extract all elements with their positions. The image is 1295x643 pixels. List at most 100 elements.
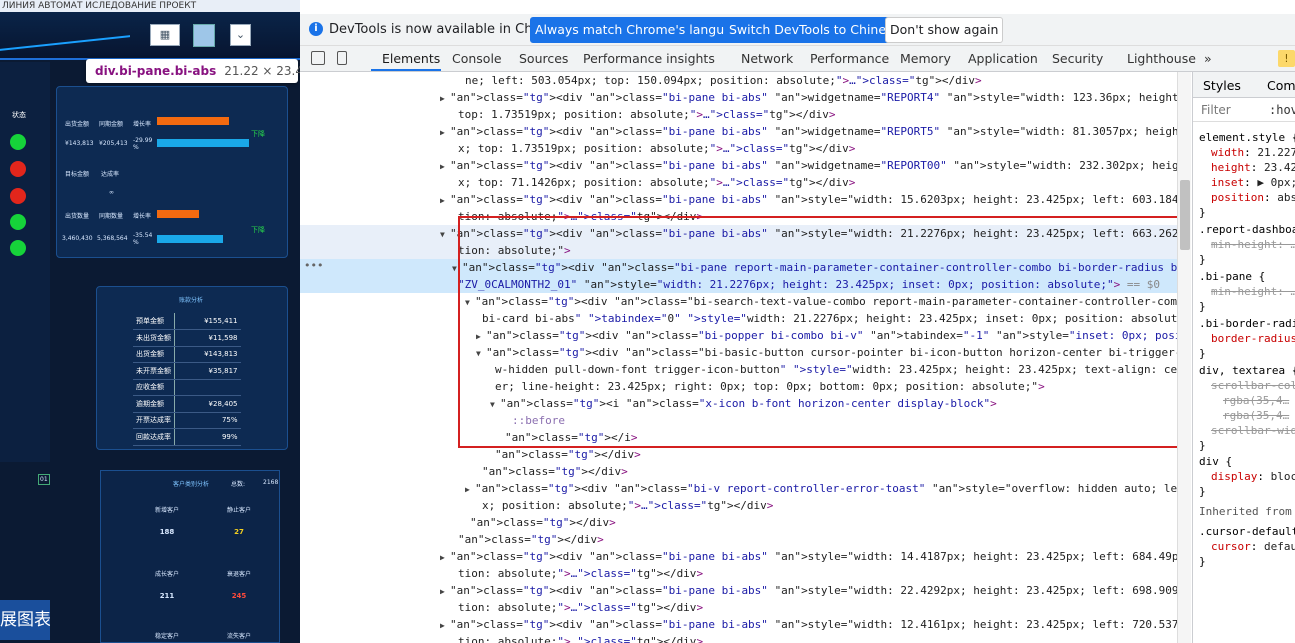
node-actions-icon[interactable]: ••• bbox=[304, 259, 323, 272]
style-rule-line: height: 23.425px; bbox=[1211, 161, 1295, 174]
cell-value: 211 bbox=[159, 592, 175, 600]
dom-node-text: "an">class="tg"><div "an">class="bi-pane… bbox=[450, 193, 1177, 206]
tab-application[interactable]: Application bbox=[968, 51, 1038, 66]
style-rule-line: rgba(35,4… bbox=[1223, 409, 1290, 422]
expand-arrow-icon[interactable]: ▶ bbox=[440, 124, 450, 140]
more-tabs-icon[interactable]: » bbox=[1204, 51, 1212, 66]
style-rule-line: min-height: … bbox=[1211, 238, 1295, 251]
tab-computed[interactable]: Computed bbox=[1267, 78, 1295, 93]
dom-node-line[interactable]: "an">class="tg"></div> bbox=[300, 463, 1177, 480]
tab-lighthouse[interactable]: Lighthouse bbox=[1127, 51, 1196, 66]
expand-arrow-icon[interactable]: ▶ bbox=[476, 328, 486, 344]
expand-arrow-icon[interactable]: ▼ bbox=[465, 294, 475, 310]
dom-node-line[interactable]: "an">class="tg"></i> bbox=[300, 429, 1177, 446]
status-dot bbox=[10, 240, 26, 256]
month-dropdown[interactable]: ⌄ bbox=[230, 24, 251, 46]
tab-network[interactable]: Network bbox=[741, 51, 793, 66]
cell-label: 稳定客户 bbox=[154, 633, 179, 640]
dom-node-line[interactable]: ▼ "an">class="tg"><i "an">class="x-icon b… bbox=[300, 395, 1177, 412]
device-toolbar-icon[interactable] bbox=[337, 51, 347, 65]
dom-node-line[interactable]: x; top: 71.1426px; position: absolute;">… bbox=[300, 174, 1177, 191]
expand-arrow-icon[interactable]: ▶ bbox=[440, 158, 450, 174]
expand-arrow-icon[interactable]: ▶ bbox=[440, 617, 450, 633]
dom-node-line[interactable]: ▼ "an">class="tg"><div "an">class="bi-pan… bbox=[300, 259, 1177, 276]
dom-node-line[interactable]: ▶ "an">class="tg"><div "an">class="bi-pan… bbox=[300, 123, 1177, 140]
dom-node-line[interactable]: ne; left: 503.054px; top: 150.094px; pos… bbox=[300, 72, 1177, 89]
dom-node-line[interactable]: x; top: 1.73519px; position: absolute;">… bbox=[300, 140, 1177, 157]
always-match-language-button[interactable]: Always match Chrome's language bbox=[530, 17, 753, 43]
dom-node-line[interactable]: "an">class="tg"></div> bbox=[300, 446, 1177, 463]
date-year-control[interactable]: ▦ bbox=[150, 24, 180, 46]
dom-node-line[interactable]: ▼ "an">class="tg"><div "an">class="bi-pan… bbox=[300, 225, 1177, 242]
tab-performance-insights[interactable]: Performance insights bbox=[583, 51, 715, 66]
dom-node-line[interactable]: er; line-height: 23.425px; right: 0px; t… bbox=[300, 378, 1177, 395]
expand-arrow-icon[interactable]: ▶ bbox=[440, 583, 450, 599]
kpi-label: 出货数量 bbox=[65, 213, 90, 220]
dom-node-line[interactable]: tion: absolute;"> bbox=[300, 242, 1177, 259]
dom-node-line[interactable]: w-hidden pull-down-font trigger-icon-but… bbox=[300, 361, 1177, 378]
dom-node-line[interactable]: tion: absolute;">…">class="tg"></div> bbox=[300, 633, 1177, 643]
tab-sources[interactable]: Sources bbox=[519, 51, 568, 66]
scrollbar-thumb[interactable] bbox=[1180, 180, 1190, 250]
dom-node-line[interactable]: x; position: absolute;">…">class="tg"></… bbox=[300, 497, 1177, 514]
status-column: 状态 bbox=[0, 62, 50, 462]
elements-tree[interactable]: ne; left: 503.054px; top: 150.094px; pos… bbox=[300, 72, 1177, 643]
expand-arrow-icon[interactable]: ▶ bbox=[440, 549, 450, 565]
expand-arrow-icon[interactable]: ▼ bbox=[452, 260, 462, 276]
kpi-bar bbox=[157, 210, 199, 218]
receivables-row: 未出货金额 ¥11,598 bbox=[133, 329, 241, 347]
dom-node-line[interactable]: bi-card bi-abs" ">tabindex="0" ">style="… bbox=[300, 310, 1177, 327]
dom-node-line[interactable]: ▶ "an">class="tg"><div "an">class="bi-pan… bbox=[300, 548, 1177, 565]
tab-memory[interactable]: Memory bbox=[900, 51, 951, 66]
warning-icon[interactable]: ! bbox=[1278, 50, 1295, 67]
style-rule-line: .cursor-default { bbox=[1199, 525, 1295, 538]
dom-node-text: ::before bbox=[512, 414, 565, 427]
dom-node-line[interactable]: ▶ "an">class="tg"><div "an">class="bi-pan… bbox=[300, 582, 1177, 599]
style-rule-line: .bi-border-radius { bbox=[1199, 317, 1295, 330]
hov-toggle[interactable]: :hov bbox=[1269, 103, 1295, 117]
kpi-panel: 出货金额 同期金额 增长率 ¥143,813 ¥205,413 -29.99 %… bbox=[56, 86, 288, 258]
expand-arrow-icon[interactable]: ▶ bbox=[440, 192, 450, 208]
dom-node-text: x; top: 71.1426px; position: absolute;">… bbox=[458, 176, 856, 189]
styles-filter-input[interactable]: Filter bbox=[1201, 103, 1231, 117]
dom-node-line[interactable]: top: 1.73519px; position: absolute;">…">… bbox=[300, 106, 1177, 123]
styles-filter[interactable]: Filter :hov bbox=[1193, 98, 1295, 122]
tab-security[interactable]: Security bbox=[1052, 51, 1103, 66]
dom-node-line[interactable]: tion: absolute;">…">class="tg"></div> bbox=[300, 208, 1177, 225]
customer-total-value: 2168 bbox=[263, 479, 279, 486]
dom-node-line[interactable]: "an">class="tg"></div> bbox=[300, 514, 1177, 531]
dom-node-line[interactable]: ▶ "an">class="tg"><div "an">class="bi-pop… bbox=[300, 327, 1177, 344]
dom-node-line[interactable]: tion: absolute;">…">class="tg"></div> bbox=[300, 599, 1177, 616]
dom-node-line[interactable]: ▶ "an">class="tg"><div "an">class="bi-pan… bbox=[300, 616, 1177, 633]
dom-node-line[interactable]: ▶ "an">class="tg"><div "an">class="bi-pan… bbox=[300, 191, 1177, 208]
expand-arrow-icon[interactable]: ▼ bbox=[440, 226, 450, 242]
highlighted-month-combo[interactable] bbox=[193, 24, 215, 47]
tree-scrollbar[interactable] bbox=[1177, 72, 1191, 643]
dom-node-text: tion: absolute;">…">class="tg"></div> bbox=[458, 601, 704, 614]
tab-styles[interactable]: Styles bbox=[1203, 78, 1241, 93]
dom-node-line[interactable]: ▼ "an">class="tg"><div "an">class="bi-bas… bbox=[300, 344, 1177, 361]
customer-cell: 静止客户 27 bbox=[221, 505, 257, 536]
show-chart-button[interactable]: 展图表 bbox=[0, 600, 50, 640]
dont-show-again-button[interactable]: Don't show again bbox=[885, 17, 1004, 43]
switch-to-chinese-button[interactable]: Switch DevTools to Chinese bbox=[724, 17, 906, 43]
row-label: 未开票金额 bbox=[133, 362, 175, 380]
dom-node-line[interactable]: ▶ "an">class="tg"><div "an">class="bi-pan… bbox=[300, 89, 1177, 106]
dom-node-line[interactable]: ▶ "an">class="tg"><div "an">class="bi-v r… bbox=[300, 480, 1177, 497]
tab-elements[interactable]: Elements bbox=[382, 51, 440, 66]
expand-arrow-icon[interactable]: ▼ bbox=[476, 345, 486, 361]
dom-node-line[interactable]: ::before bbox=[300, 412, 1177, 429]
expand-arrow-icon[interactable]: ▼ bbox=[490, 396, 500, 412]
inspect-element-icon[interactable] bbox=[311, 51, 325, 65]
dom-node-line[interactable]: "an">class="tg"></div> bbox=[300, 531, 1177, 548]
tab-performance[interactable]: Performance bbox=[810, 51, 889, 66]
dom-node-line[interactable]: ▼ "an">class="tg"><div "an">class="bi-sea… bbox=[300, 293, 1177, 310]
dom-node-text: w-hidden pull-down-font trigger-icon-but… bbox=[495, 363, 1177, 376]
expand-arrow-icon[interactable]: ▶ bbox=[465, 481, 475, 497]
dom-node-line[interactable]: tion: absolute;">…">class="tg"></div> bbox=[300, 565, 1177, 582]
expand-arrow-icon[interactable]: ▶ bbox=[440, 90, 450, 106]
dom-node-line[interactable]: "ZV_0CALMONTH2_01" "an">style="width: 21… bbox=[300, 276, 1177, 293]
dom-node-line[interactable]: ▶ "an">class="tg"><div "an">class="bi-pan… bbox=[300, 157, 1177, 174]
cell-label: 衰退客户 bbox=[226, 571, 251, 578]
tab-console[interactable]: Console bbox=[452, 51, 502, 66]
